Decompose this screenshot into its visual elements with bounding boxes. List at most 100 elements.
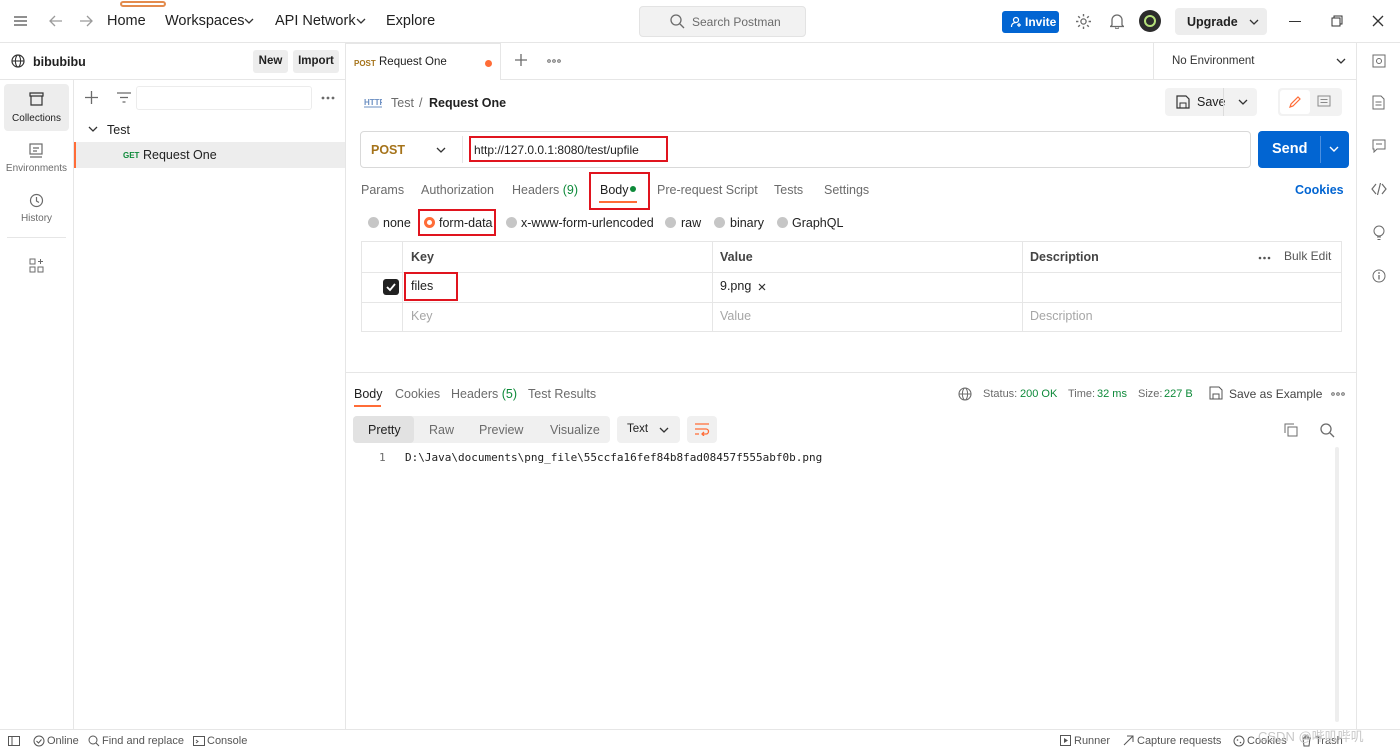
format-select[interactable]: Text (617, 416, 680, 443)
documentation-icon[interactable] (1372, 95, 1385, 110)
radio-graphql[interactable] (777, 217, 788, 228)
radio-raw[interactable] (665, 217, 676, 228)
sidebar-item-environments[interactable]: Environments (4, 135, 69, 182)
nav-api-network[interactable]: API Network (275, 13, 356, 29)
wrap-lines-button[interactable] (687, 416, 717, 443)
globe-icon[interactable] (958, 387, 972, 401)
request-method-badge: GET (123, 151, 140, 160)
nav-explore[interactable]: Explore (386, 13, 435, 29)
response-tab-headers[interactable]: Headers (5) (451, 387, 517, 401)
tab-headers[interactable]: Headers (9) (512, 183, 578, 197)
sidebar-item-collections[interactable]: Collections (4, 84, 69, 131)
radio-binary[interactable] (714, 217, 725, 228)
close-icon[interactable] (1372, 15, 1384, 27)
minimize-icon[interactable] (1289, 21, 1301, 22)
time-value[interactable]: 32 ms (1097, 388, 1127, 400)
view-mode-raw[interactable]: Raw (429, 423, 454, 437)
size-value[interactable]: 227 B (1164, 388, 1193, 400)
toggle-sidebar-icon[interactable] (8, 736, 20, 746)
status-badge[interactable]: 200 OK (1020, 388, 1057, 400)
new-key-input[interactable]: Key (411, 309, 433, 323)
comments-icon[interactable] (1372, 139, 1386, 153)
edit-mode-button[interactable] (1280, 90, 1310, 114)
more-options-icon[interactable] (1331, 392, 1345, 396)
tab-tests[interactable]: Tests (774, 183, 803, 197)
console-button[interactable]: Console (207, 735, 247, 747)
new-tab-plus-icon[interactable] (515, 54, 527, 66)
import-button[interactable]: Import (293, 50, 339, 73)
collection-search-input[interactable] (136, 86, 312, 110)
workspace-name[interactable]: bibubibu (33, 55, 86, 69)
tab-params[interactable]: Params (361, 183, 404, 197)
collection-folder[interactable]: Test (107, 123, 130, 137)
response-tab-cookies[interactable]: Cookies (395, 387, 440, 401)
runner-button[interactable]: Runner (1074, 735, 1110, 747)
more-tabs-icon[interactable] (547, 59, 561, 63)
chevron-down-icon[interactable] (436, 147, 446, 154)
add-widget-icon[interactable] (29, 258, 44, 273)
comment-mode-icon[interactable] (1317, 95, 1331, 108)
view-mode-pretty[interactable]: Pretty (353, 416, 414, 443)
row-enabled-checkbox[interactable] (383, 279, 399, 295)
chevron-down-icon[interactable] (88, 126, 98, 133)
lightbulb-icon[interactable] (1372, 225, 1386, 241)
radio-none[interactable] (368, 217, 379, 228)
response-tab-body-underline (354, 405, 381, 407)
page-title[interactable]: Request One (429, 96, 506, 110)
plus-icon[interactable] (85, 91, 98, 104)
more-options-icon[interactable] (1258, 256, 1271, 260)
nav-home[interactable]: Home (107, 13, 146, 29)
upgrade-button[interactable]: Upgrade (1175, 8, 1267, 35)
save-as-example-button[interactable]: Save as Example (1229, 387, 1322, 401)
back-arrow-icon[interactable] (49, 14, 63, 28)
list-item[interactable]: GET Request One (74, 142, 345, 168)
tab-prerequest-script[interactable]: Pre-request Script (657, 183, 758, 197)
environment-select[interactable]: No Environment (1172, 55, 1254, 67)
nav-workspaces[interactable]: Workspaces (165, 13, 245, 29)
chevron-down-icon[interactable] (1336, 58, 1346, 65)
method-select[interactable]: POST (371, 143, 405, 157)
tab-settings[interactable]: Settings (824, 183, 869, 197)
capture-requests-button[interactable]: Capture requests (1137, 735, 1221, 747)
environment-quicklook-icon[interactable] (1372, 54, 1386, 68)
response-body-line[interactable]: D:\Java\documents\png_file\55ccfa16fef84… (405, 451, 822, 464)
code-icon[interactable] (1371, 183, 1387, 195)
copy-icon[interactable] (1284, 423, 1298, 437)
gear-icon[interactable] (1075, 13, 1092, 30)
view-mode-preview[interactable]: Preview (479, 423, 523, 437)
maximize-icon[interactable] (1331, 15, 1343, 27)
filter-icon[interactable] (117, 92, 131, 103)
request-tab[interactable]: POST Request One (346, 43, 501, 80)
bulk-edit-link[interactable]: Bulk Edit (1284, 249, 1331, 263)
forward-arrow-icon[interactable] (79, 14, 93, 28)
sidebar-item-history[interactable]: History (4, 186, 69, 233)
tab-authorization[interactable]: Authorization (421, 183, 494, 197)
response-tab-test-results[interactable]: Test Results (528, 387, 596, 401)
chevron-down-icon[interactable] (1329, 146, 1339, 153)
collections-panel: Test GET Request One (74, 80, 346, 729)
view-mode-visualize[interactable]: Visualize (550, 423, 600, 437)
menu-icon[interactable] (13, 14, 29, 28)
remove-file-icon[interactable] (758, 283, 766, 291)
online-status[interactable]: Online (47, 735, 79, 747)
cookies-link[interactable]: Cookies (1295, 183, 1344, 197)
tab-grip (120, 1, 166, 7)
search-icon[interactable] (1320, 423, 1335, 438)
invite-button[interactable]: Invite (1002, 11, 1059, 33)
new-button[interactable]: New (253, 50, 288, 73)
avatar[interactable] (1139, 10, 1161, 32)
search-input[interactable]: Search Postman (639, 6, 806, 37)
response-scrollbar[interactable] (1335, 447, 1339, 722)
find-replace-button[interactable]: Find and replace (102, 735, 184, 747)
radio-raw-label: raw (681, 216, 702, 230)
info-icon[interactable] (1372, 269, 1386, 283)
radio-urlencoded[interactable] (506, 217, 517, 228)
response-tab-body[interactable]: Body (354, 387, 383, 401)
save-button[interactable]: Save (1165, 88, 1257, 116)
send-button[interactable]: Send (1258, 131, 1349, 168)
new-description-input[interactable]: Description (1030, 309, 1093, 323)
bell-icon[interactable] (1110, 13, 1124, 29)
more-options-icon[interactable] (321, 96, 335, 100)
breadcrumb-parent[interactable]: Test (391, 96, 414, 110)
new-value-input[interactable]: Value (720, 309, 751, 323)
